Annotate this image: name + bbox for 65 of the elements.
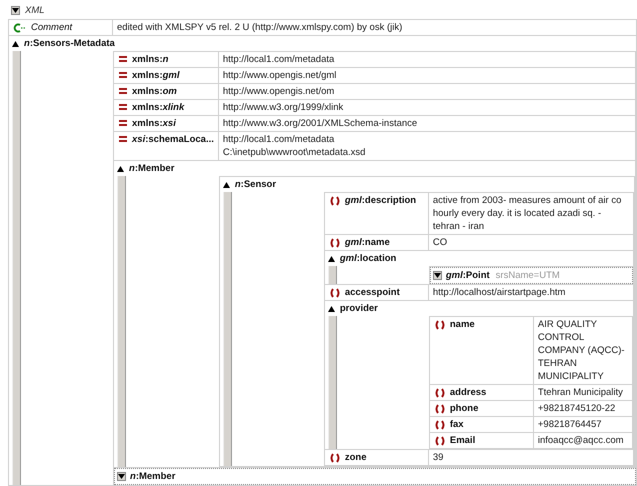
element-name: n:Member [129, 162, 174, 175]
attribute-icon [118, 71, 128, 79]
document-label: XML [25, 5, 45, 16]
element-icon [328, 453, 341, 463]
element-name: zone [344, 451, 366, 464]
element-icon [434, 420, 446, 430]
element-name: provider [340, 302, 378, 315]
element-name: n:Sensor [234, 178, 276, 191]
element-name: phone [450, 402, 478, 415]
element-icon [328, 238, 341, 248]
element-name: name [450, 318, 475, 331]
attribute-icon [118, 119, 128, 127]
collapse-toggle[interactable] [326, 304, 336, 313]
element-icon [328, 288, 341, 298]
element-name: gml:description [344, 194, 416, 207]
element-icon [434, 320, 446, 330]
node-value: edited with XMLSPY v5 rel. 2 U (http://www.xmlspy.com) by osk (jik) [113, 20, 637, 36]
comment-icon [13, 23, 27, 33]
node-value: http://localhost/airstartpage.htm [428, 285, 634, 301]
comment-label: Comment [31, 21, 72, 34]
expand-toggle[interactable] [432, 271, 442, 280]
node-value: http://local1.com/metadata [218, 52, 636, 68]
node-value: 39 [428, 450, 634, 466]
collapse-toggle[interactable] [326, 254, 336, 263]
attribute-name: xmlns:xsi [132, 117, 176, 130]
collapse-toggle[interactable] [11, 39, 20, 48]
element-name: fax [450, 418, 464, 431]
element-name: gml:Point [446, 269, 490, 282]
node-value: http://www.opengis.net/om [218, 84, 636, 100]
element-name: gml:location [340, 252, 396, 265]
element-name: gml:name [344, 236, 390, 249]
node-value: http://www.w3.org/1999/xlink [218, 100, 636, 116]
attribute-name: xsi:schemaLoca... [132, 133, 214, 146]
node-value: active from 2003- measures amount of air co hourly every day. it is located azadi sq. - tehran - iran [428, 193, 634, 235]
node-value: AIR QUALITY CONTROL COMPANY (AQCC)-TEHRAN MUNICIPALITY [534, 317, 633, 385]
inline-attribute: srsName=UTM [496, 269, 560, 282]
attribute-icon [118, 135, 128, 143]
element-name: address [450, 386, 486, 399]
collapse-toggle[interactable] [11, 6, 20, 15]
node-value: +98218745120-22 [534, 401, 633, 417]
node-value: http://local1.com/metadata C:\inetpub\wwwroot\metadata.xsd [218, 132, 636, 161]
attribute-icon [118, 87, 128, 95]
element-name: n:Member [130, 470, 176, 483]
collapse-toggle[interactable] [116, 164, 125, 173]
node-value: infoaqcc@aqcc.com [534, 433, 633, 449]
element-name: Email [450, 434, 476, 447]
element-icon [434, 388, 446, 398]
node-value: CO [428, 235, 634, 251]
element-name: accesspoint [344, 286, 400, 299]
collapse-toggle[interactable] [222, 180, 231, 189]
element-icon [434, 404, 446, 414]
attribute-name: xmlns:n [132, 53, 168, 66]
attribute-name: xmlns:gml [132, 69, 180, 82]
attribute-name: xmlns:xlink [132, 101, 184, 114]
node-value: Ttehran Municipality [534, 385, 633, 401]
node-value: http://www.w3.org/2001/XMLSchema-instance [218, 116, 636, 132]
node-value: +98218764457 [534, 417, 633, 433]
element-name: n:Sensors-Metadata [24, 37, 115, 50]
attribute-name: xmlns:om [132, 85, 177, 98]
attribute-icon [118, 103, 128, 111]
attribute-icon [118, 55, 128, 63]
node-value: http://www.opengis.net/gml [218, 68, 636, 84]
element-icon [434, 436, 446, 446]
element-icon [328, 196, 341, 206]
expand-toggle[interactable] [117, 472, 126, 481]
